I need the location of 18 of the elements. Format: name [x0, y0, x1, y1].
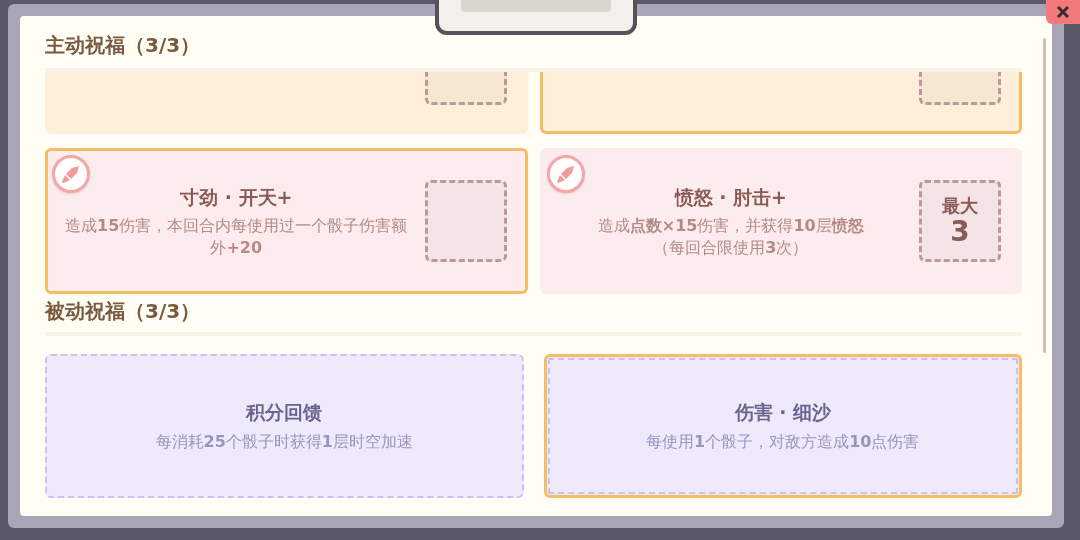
close-button[interactable]: [1046, 0, 1080, 24]
blessing-card[interactable]: 积分回馈 每消耗25个骰子时获得1层时空加速: [45, 354, 524, 498]
card-title: 积分回馈: [246, 399, 323, 425]
card-description: 每消耗25个骰子时获得1层时空加速: [155, 431, 413, 454]
slot-value: 3: [950, 217, 970, 247]
section-title: 被动祝福（3/3）: [45, 294, 1022, 336]
card-title: 寸劲 · 开天+: [180, 184, 293, 210]
card-description: 每使用1个骰子，对敌方造成10点伤害: [646, 431, 920, 454]
card-title: 伤害 · 细沙: [734, 399, 831, 425]
slot-label: 最大: [942, 195, 978, 217]
card-title: 愤怒 · 肘击+: [674, 184, 787, 210]
card-note: （每回合限使用3次）: [653, 237, 809, 260]
blessing-card[interactable]: 伤害 · 细沙 每使用1个骰子，对敌方造成10点伤害: [543, 354, 1022, 498]
card-description: 造成点数×15伤害，并获得10层愤怒: [597, 215, 864, 238]
blessing-card[interactable]: 寸劲 · 开天+ 造成15伤害，本回合内每使用过一个骰子伤害额外+20: [45, 148, 528, 294]
card-description: 造成15伤害，本回合内每使用过一个骰子伤害额外+20: [64, 215, 409, 260]
close-icon: [1056, 5, 1070, 19]
blessing-card[interactable]: 愤怒 · 肘击+ 造成点数×15伤害，并获得10层愤怒 （每回合限使用3次） 最大 3: [539, 148, 1022, 294]
